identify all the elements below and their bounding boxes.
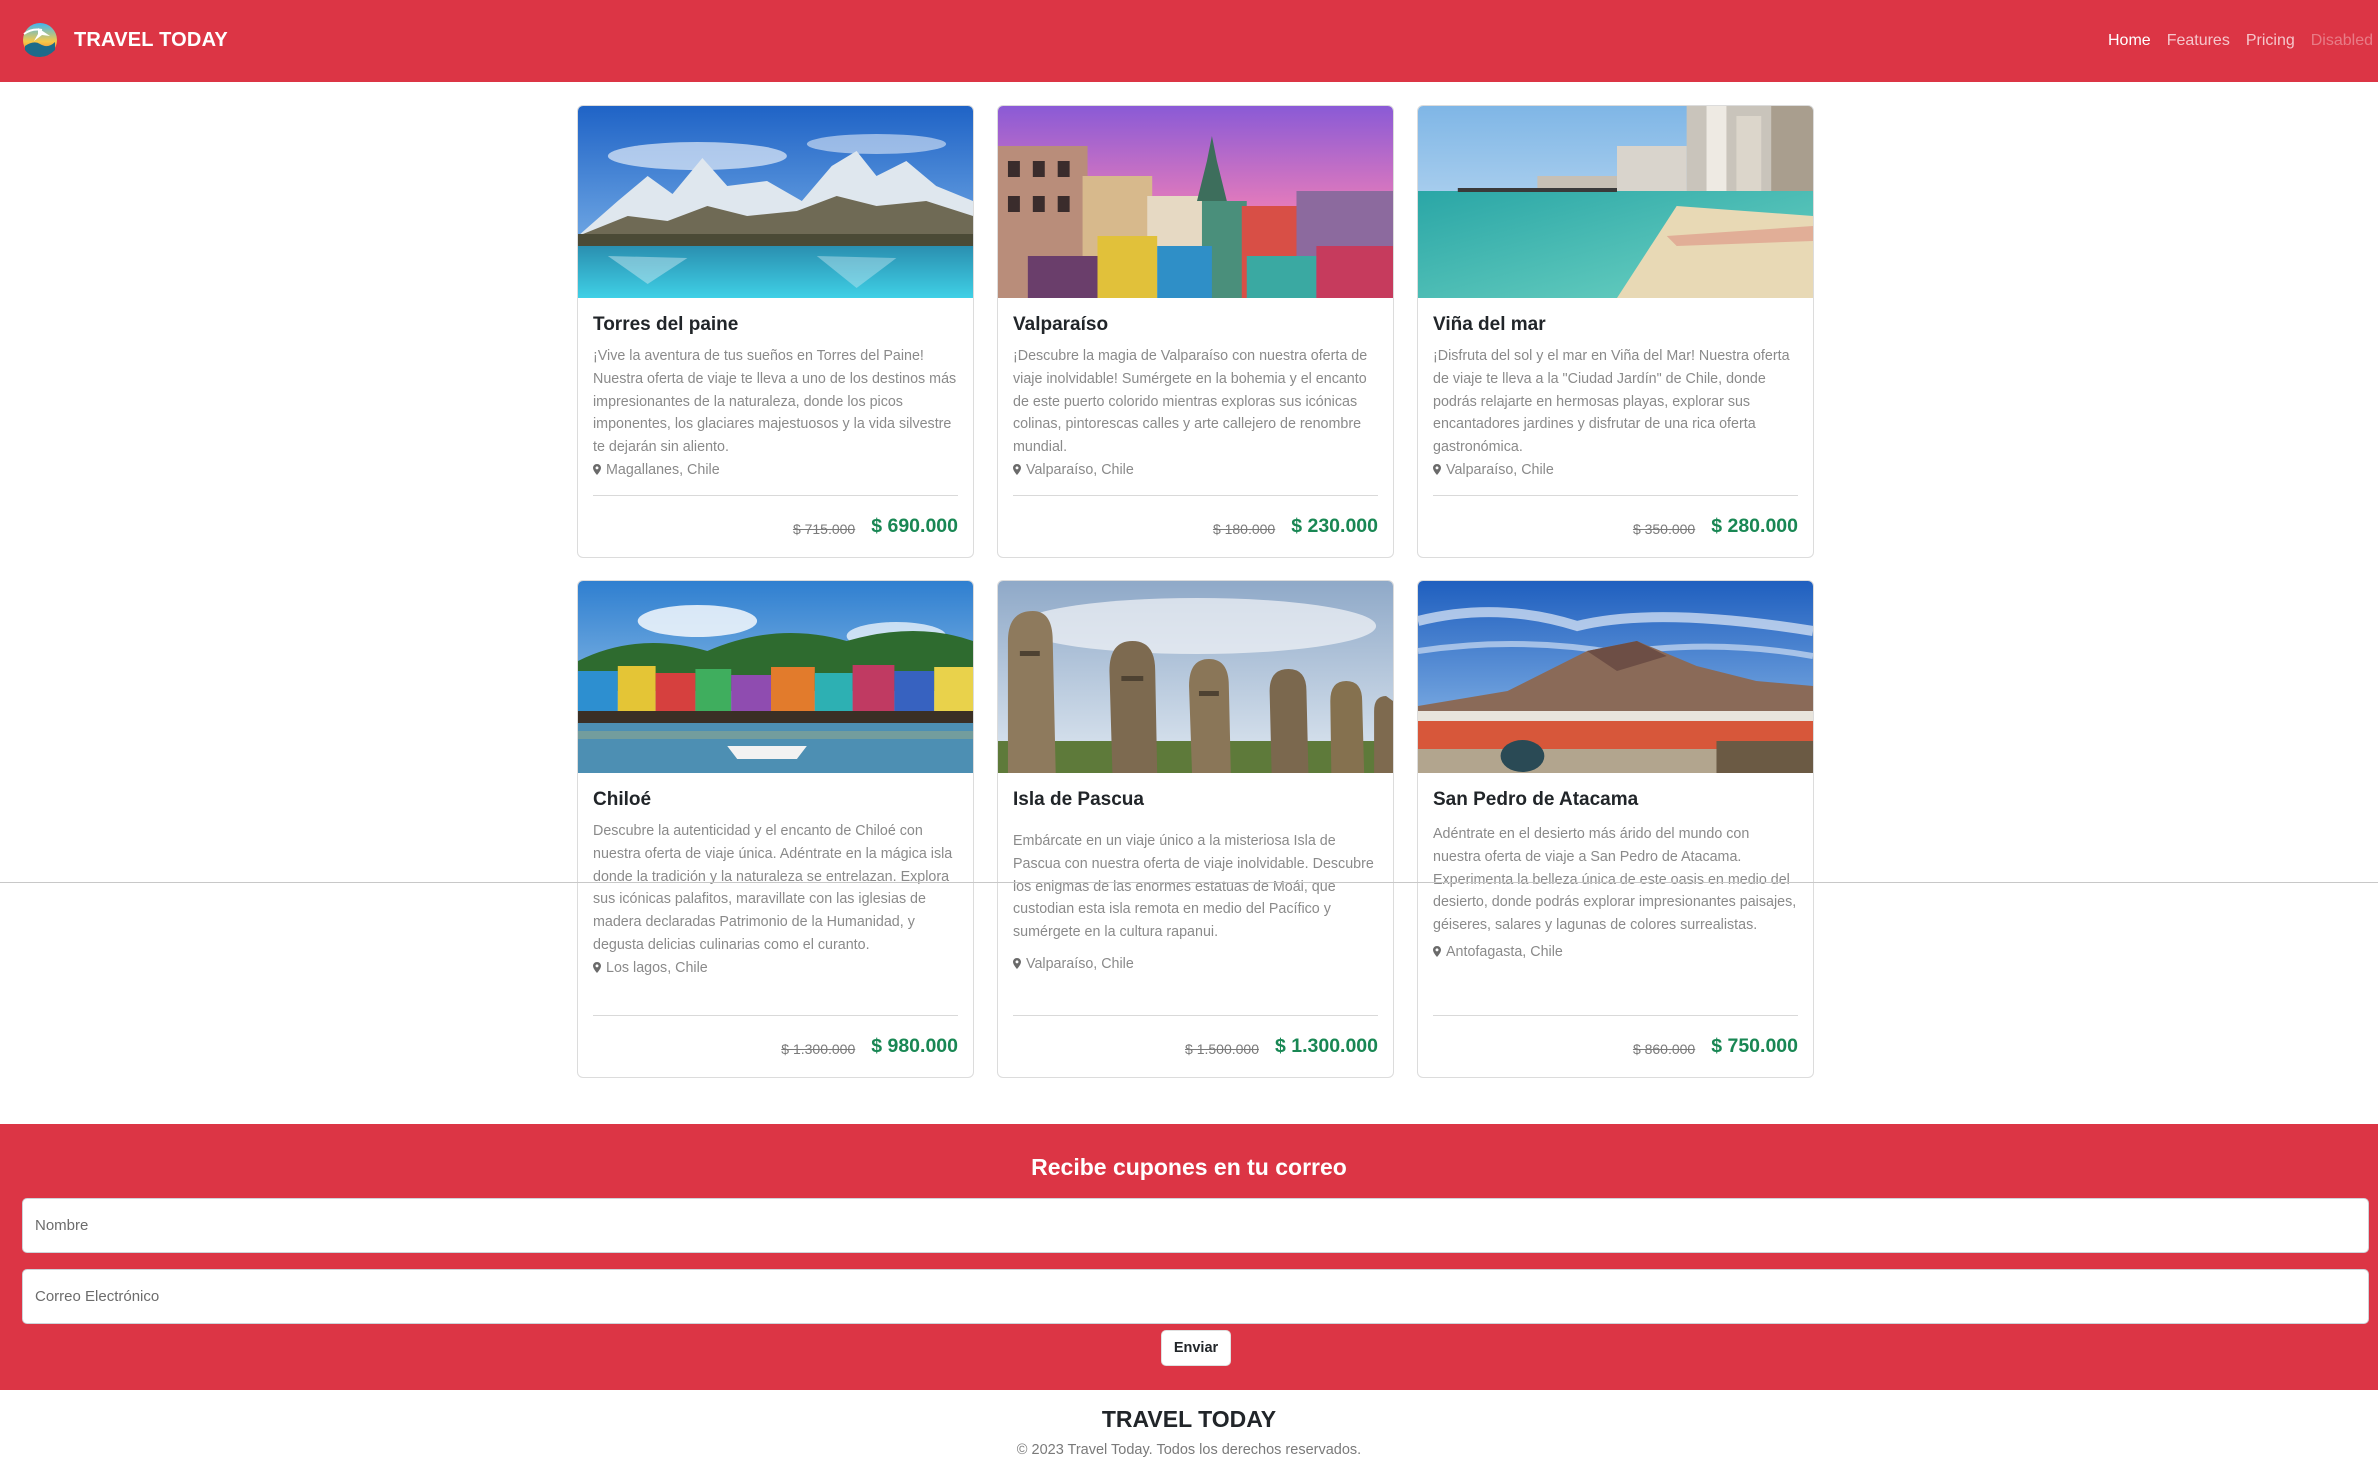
travel-logo-icon [23,23,57,57]
old-price: $ 180.000 [1212,520,1276,537]
offer-card-chiloe[interactable]: Chiloé Descubre la autenticidad y el enc… [577,580,974,1078]
old-price: $ 860.000 [1632,1040,1696,1057]
card-location: Magallanes, Chile [593,459,958,481]
map-pin-icon [1433,464,1441,476]
card-body: Chiloé Descubre la autenticidad y el enc… [578,773,973,979]
new-price: $ 230.000 [1291,515,1378,537]
card-title: Torres del paine [593,314,739,335]
card-description: ¡Vive la aventura de tus sueños en Torre… [593,348,957,456]
card-title: Isla de Pascua [1013,789,1144,810]
navbar: TRAVEL TODAY Home Features Pricing Disab… [0,0,2378,82]
offer-card-torres-del-paine[interactable]: Torres del paine ¡Vive la aventura de tu… [577,105,974,558]
card-body: Valparaíso ¡Descubre la magia de Valpara… [998,298,1393,481]
card-location: Valparaíso, Chile [1013,953,1378,975]
card-title: San Pedro de Atacama [1433,789,1639,810]
offer-card-valparaiso[interactable]: Valparaíso ¡Descubre la magia de Valpara… [997,105,1394,558]
footer-copyright: © 2023 Travel Today. Todos los derechos … [1016,1442,1362,1458]
brand-name: TRAVEL TODAY [74,28,228,51]
old-price: $ 1.500.000 [1185,1040,1259,1057]
nav-pricing[interactable]: Pricing [2238,28,2303,54]
name-input[interactable] [22,1198,2369,1253]
new-price: $ 1.300.000 [1274,1035,1378,1057]
horizontal-rule [0,882,2378,883]
card-location-text: Valparaíso, Chile [1446,461,1554,478]
map-pin-icon [1013,464,1021,476]
brand-link[interactable]: TRAVEL TODAY [20,20,228,60]
card-location-text: Los lagos, Chile [606,959,708,976]
card-footer: $ 860.000 $ 750.000 [1433,1015,1798,1077]
map-pin-icon [1433,946,1441,958]
card-title: Valparaíso [1013,314,1109,335]
map-pin-icon [593,464,601,476]
card-description: Embárcate en un viaje único a la misteri… [1013,833,1374,941]
card-footer: $ 1.300.000 $ 980.000 [593,1015,958,1077]
nav-home[interactable]: Home [2100,28,2159,54]
card-description: ¡Disfruta del sol y el mar en Viña del M… [1433,348,1790,456]
card-location: Antofagasta, Chile [1433,941,1798,963]
offer-card-san-pedro-de-atacama[interactable]: San Pedro de Atacama Adéntrate en el des… [1417,580,1814,1078]
card-location-text: Valparaíso, Chile [1026,955,1134,972]
newsletter-section: Recibe cupones en tu correo Enviar [0,1124,2378,1390]
nav-features[interactable]: Features [2159,28,2238,54]
offer-card-isla-de-pascua[interactable]: Isla de Pascua Embárcate en un viaje úni… [997,580,1394,1078]
old-price: $ 350.000 [1632,520,1696,537]
card-title: Chiloé [593,789,652,810]
nav-disabled: Disabled [2310,32,2373,49]
card-description: ¡Descubre la magia de Valparaíso con nue… [1013,348,1368,456]
card-location: Valparaíso, Chile [1013,459,1378,481]
footer-brand: TRAVEL TODAY [1101,1406,1277,1432]
old-price: $ 715.000 [792,520,856,537]
card-location-text: Antofagasta, Chile [1446,943,1563,960]
card-image-moai [998,581,1393,773]
new-price: $ 280.000 [1711,515,1798,537]
new-price: $ 750.000 [1711,1035,1798,1057]
card-footer: $ 350.000 $ 280.000 [1433,495,1798,557]
card-image-colorful-city [998,106,1393,298]
card-image-beach [1418,106,1813,298]
card-description: Adéntrate en el desierto más árido del m… [1433,826,1797,934]
card-title: Viña del mar [1433,314,1546,335]
email-input[interactable] [22,1269,2369,1324]
card-footer: $ 715.000 $ 690.000 [593,495,958,557]
card-footer: $ 180.000 $ 230.000 [1013,495,1378,557]
card-image-mountains [578,106,973,298]
old-price: $ 1.300.000 [781,1040,856,1057]
map-pin-icon [1013,958,1021,970]
map-pin-icon [593,962,601,974]
offer-card-vina-del-mar[interactable]: Viña del mar ¡Disfruta del sol y el mar … [1417,105,1814,558]
card-body: Isla de Pascua Embárcate en un viaje úni… [998,773,1393,975]
new-price: $ 980.000 [871,1035,958,1057]
new-price: $ 690.000 [871,515,958,537]
offers-grid: Torres del paine ¡Vive la aventura de tu… [577,105,1816,1078]
card-body: San Pedro de Atacama Adéntrate en el des… [1418,773,1813,963]
card-body: Torres del paine ¡Vive la aventura de tu… [578,298,973,481]
card-footer: $ 1.500.000 $ 1.300.000 [1013,1015,1378,1077]
submit-button[interactable]: Enviar [1161,1330,1231,1366]
card-image-stilt-houses [578,581,973,773]
card-description: Descubre la autenticidad y el encanto de… [593,823,953,953]
nav-links: Home Features Pricing Disabled [2100,28,2378,54]
card-image-desert-lagoon [1418,581,1813,773]
card-location-text: Magallanes, Chile [606,461,720,478]
card-location: Valparaíso, Chile [1433,459,1798,481]
card-location-text: Valparaíso, Chile [1026,461,1134,478]
newsletter-title: Recibe cupones en tu correo [1031,1154,1347,1180]
card-location: Los lagos, Chile [593,957,958,979]
card-body: Viña del mar ¡Disfruta del sol y el mar … [1418,298,1813,481]
